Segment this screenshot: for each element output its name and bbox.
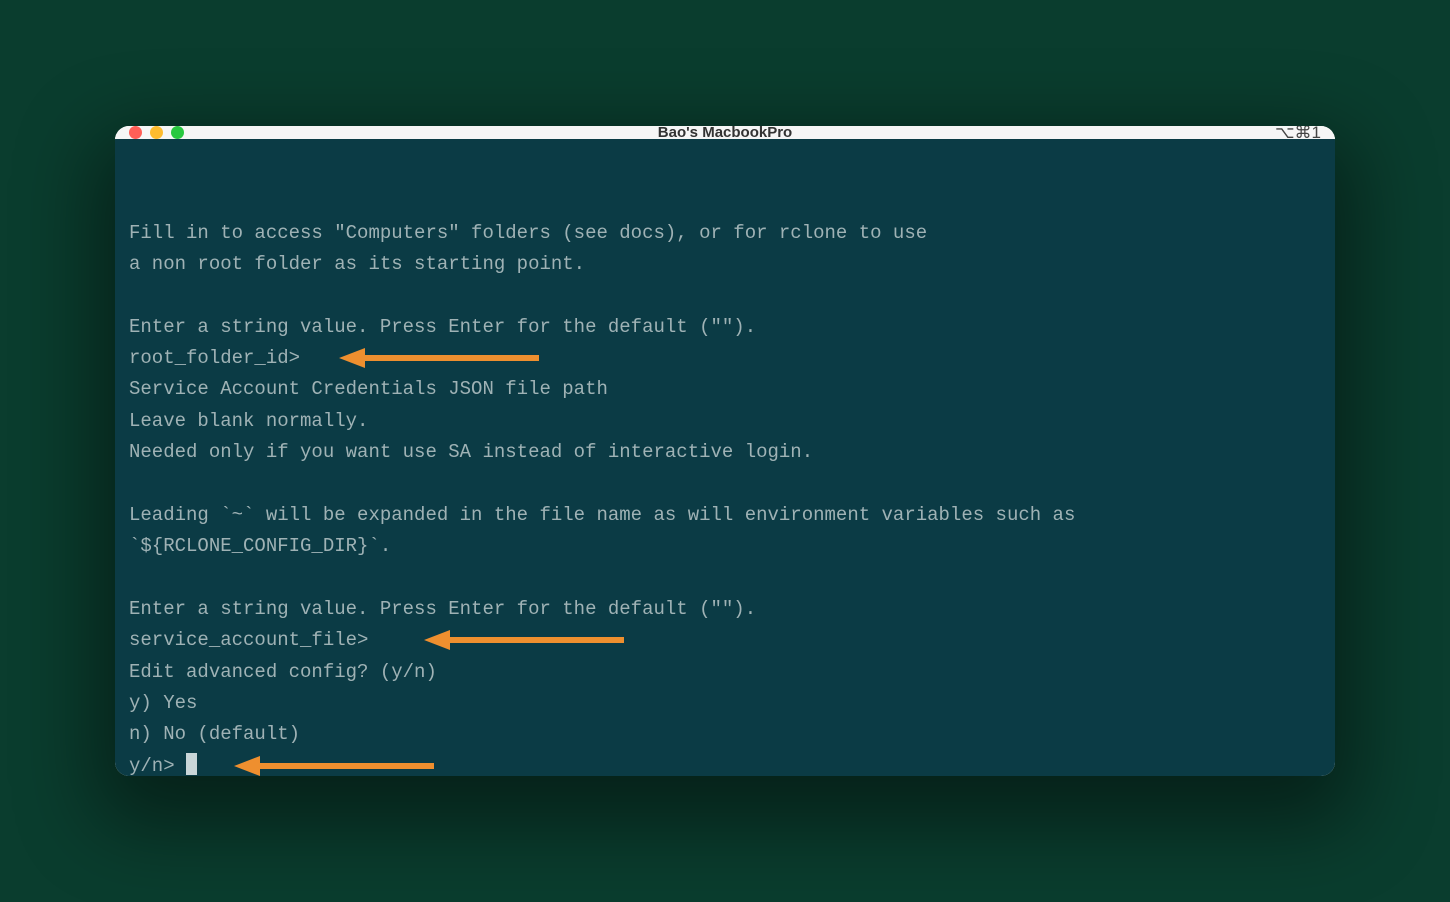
window-controls <box>129 126 184 139</box>
terminal-line <box>129 468 1321 499</box>
terminal-line: Needed only if you want use SA instead o… <box>129 437 1321 468</box>
terminal-window: Bao's MacbookPro ⌥⌘1 Fill in to access "… <box>115 126 1335 776</box>
minimize-button[interactable] <box>150 126 163 139</box>
terminal-line: Edit advanced config? (y/n) <box>129 657 1321 688</box>
terminal-line: `${RCLONE_CONFIG_DIR}`. <box>129 531 1321 562</box>
terminal-line <box>129 280 1321 311</box>
zoom-button[interactable] <box>171 126 184 139</box>
terminal-line: Leave blank normally. <box>129 406 1321 437</box>
terminal-line <box>129 562 1321 593</box>
terminal-line: n) No (default) <box>129 719 1321 750</box>
terminal-line: y/n> <box>129 751 1321 776</box>
terminal-line: Leading `~` will be expanded in the file… <box>129 500 1321 531</box>
annotation-arrow-icon <box>339 345 539 371</box>
title-bar: Bao's MacbookPro ⌥⌘1 <box>115 126 1335 139</box>
terminal-line: Fill in to access "Computers" folders (s… <box>129 218 1321 249</box>
terminal-line: Enter a string value. Press Enter for th… <box>129 594 1321 625</box>
annotation-arrow-icon <box>424 627 624 653</box>
terminal-line: Service Account Credentials JSON file pa… <box>129 374 1321 405</box>
terminal-line: a non root folder as its starting point. <box>129 249 1321 280</box>
terminal-line: y) Yes <box>129 688 1321 719</box>
terminal-line: root_folder_id> <box>129 343 1321 374</box>
scrollbar-track[interactable] <box>1315 143 1331 776</box>
terminal-line: Enter a string value. Press Enter for th… <box>129 312 1321 343</box>
terminal-content[interactable]: Fill in to access "Computers" folders (s… <box>115 139 1335 776</box>
terminal-line: service_account_file> <box>129 625 1321 656</box>
close-button[interactable] <box>129 126 142 139</box>
annotation-arrow-icon <box>234 753 434 776</box>
terminal-cursor <box>186 753 197 775</box>
